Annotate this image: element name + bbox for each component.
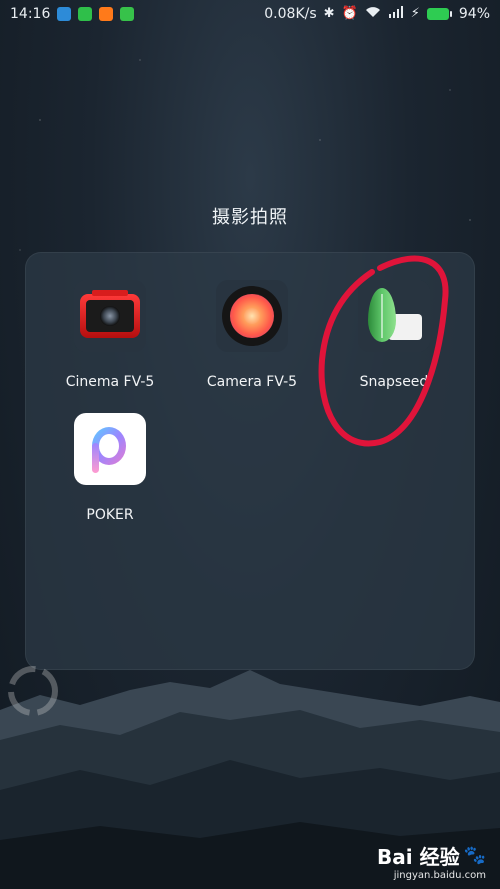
bluetooth-icon: ✱ bbox=[323, 6, 335, 21]
app-camera-fv5[interactable]: Camera FV-5 bbox=[197, 280, 307, 390]
app-cinema-fv5[interactable]: Cinema FV-5 bbox=[55, 280, 165, 390]
wifi-icon bbox=[365, 6, 381, 22]
battery-icon bbox=[426, 8, 452, 20]
watermark-brand: Bai 经验 bbox=[377, 845, 460, 869]
app-label: Camera FV-5 bbox=[206, 374, 298, 390]
app-label: Cinema FV-5 bbox=[65, 374, 155, 390]
snapseed-icon[interactable] bbox=[358, 280, 430, 352]
loading-spinner-icon bbox=[8, 666, 58, 716]
watermark-url: jingyan.baidu.com bbox=[393, 870, 486, 881]
app-label: POKER bbox=[86, 507, 134, 523]
usb-icon bbox=[57, 7, 72, 21]
baidu-jingyan-watermark: Bai 经验 🐾 jingyan.baidu.com bbox=[377, 841, 486, 881]
app-poker[interactable]: POKER bbox=[55, 413, 165, 523]
poker-icon[interactable] bbox=[74, 413, 146, 485]
camera-fv5-icon[interactable] bbox=[216, 280, 288, 352]
signal-icon bbox=[388, 6, 404, 22]
charging-icon: ⚡ bbox=[410, 6, 420, 21]
folder-title[interactable]: 摄影拍照 bbox=[0, 203, 500, 229]
orange-app-icon bbox=[99, 7, 114, 21]
alarm-icon: ⏰ bbox=[341, 6, 358, 21]
network-speed: 0.08K/s bbox=[264, 6, 317, 22]
battery-percent: 94% bbox=[458, 6, 490, 22]
paw-icon: 🐾 bbox=[463, 845, 486, 866]
android-icon bbox=[120, 7, 135, 21]
clock: 14:16 bbox=[10, 6, 51, 22]
status-bar: 14:16 0.08K/s ✱ ⏰ ⚡ 94% bbox=[0, 0, 500, 28]
app-label: Snapseed bbox=[359, 374, 429, 390]
sim-icon bbox=[78, 7, 93, 21]
app-snapseed[interactable]: Snapseed bbox=[339, 280, 449, 390]
cinema-fv5-icon[interactable] bbox=[74, 280, 146, 352]
